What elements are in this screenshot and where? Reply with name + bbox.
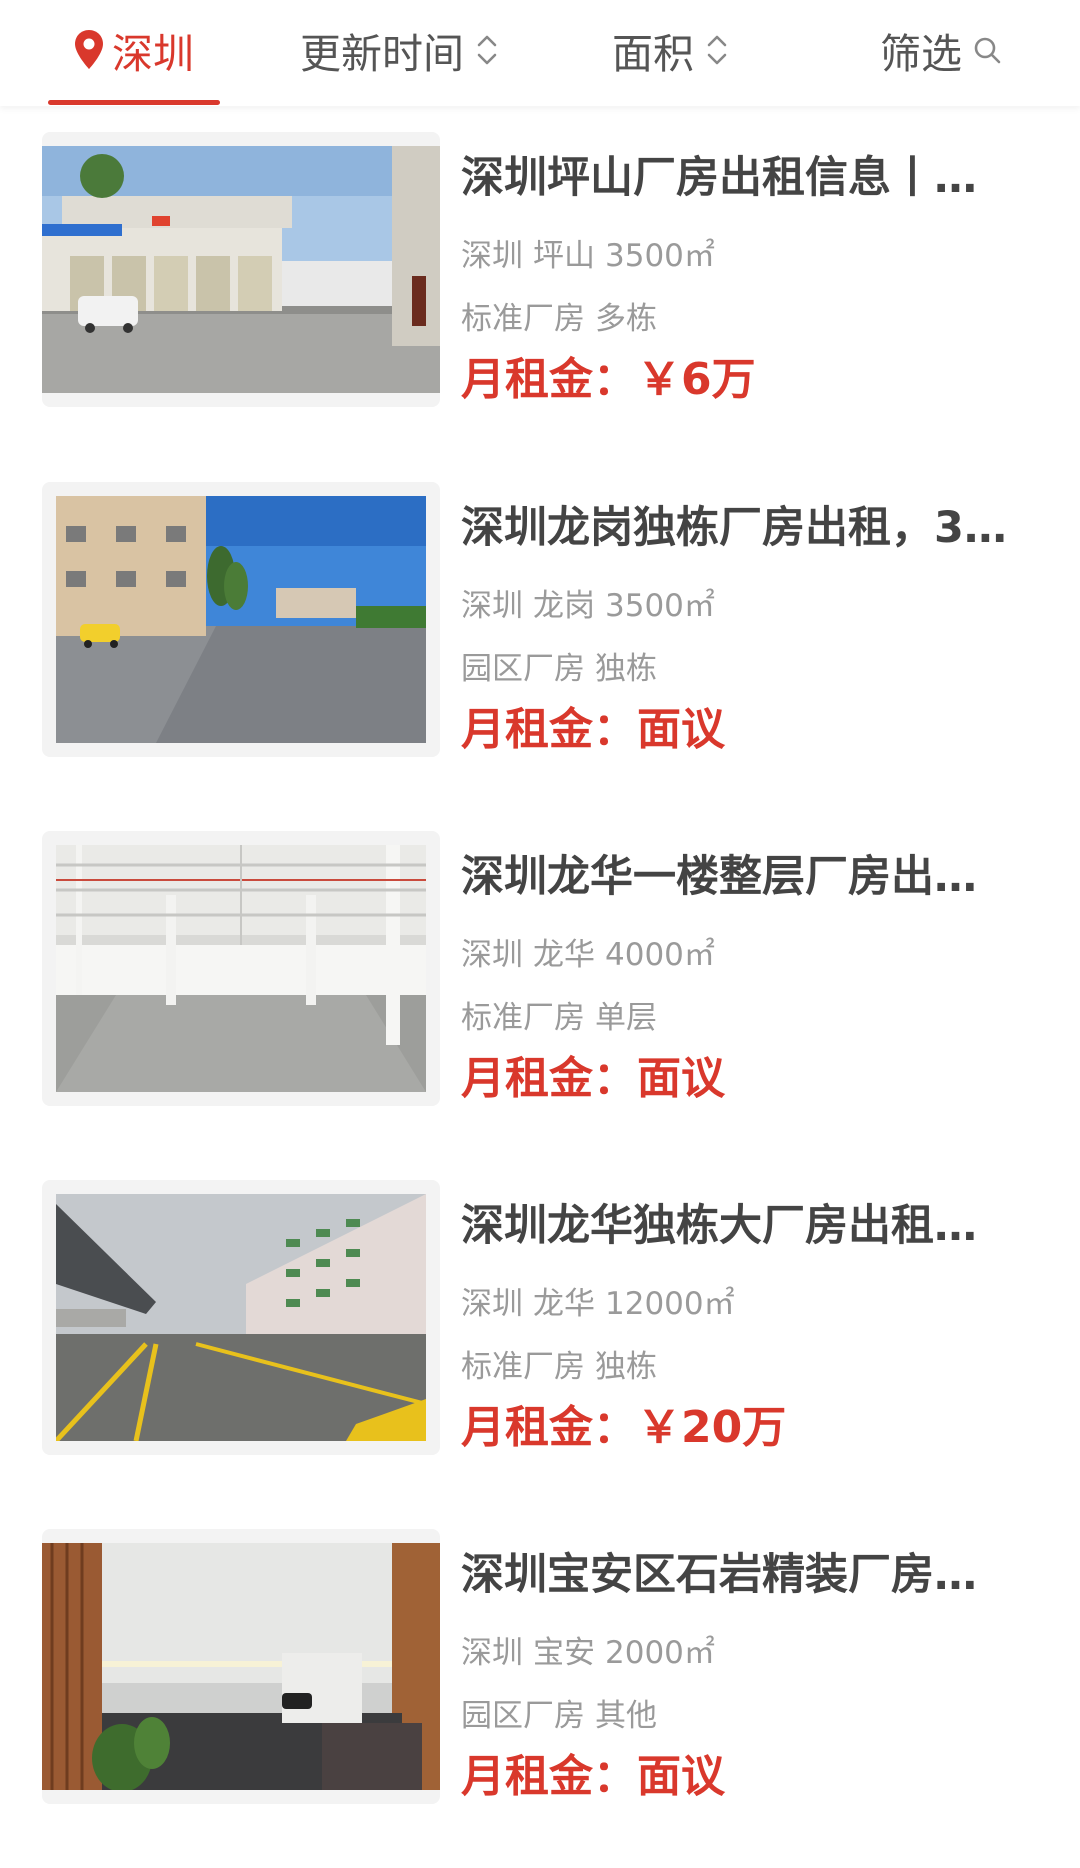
listing-type: 园区厂房 其他 bbox=[461, 1696, 657, 1736]
listing-category: 标准厂房 bbox=[461, 301, 585, 337]
listing-thumbnail-frame bbox=[42, 1529, 440, 1804]
listing-type: 标准厂房 多栋 bbox=[461, 299, 657, 339]
listing-title[interactable]: 深圳坪山厂房出租信息丨… bbox=[461, 150, 1031, 206]
location-pin-icon bbox=[75, 30, 103, 69]
listing-category: 园区厂房 bbox=[461, 1698, 585, 1734]
rent-label: 月租金： bbox=[461, 354, 637, 405]
listing-category: 园区厂房 bbox=[461, 651, 585, 687]
listing-title[interactable]: 深圳龙华独栋大厂房出租… bbox=[461, 1198, 1031, 1254]
rent-label: 月租金： bbox=[461, 1402, 637, 1453]
rent-value: 面议 bbox=[637, 704, 725, 755]
listing-title[interactable]: 深圳宝安区石岩精装厂房… bbox=[461, 1547, 1031, 1603]
listing-building: 单层 bbox=[595, 1000, 657, 1036]
listing-info: 深圳龙岗独栋厂房出租，3… 深圳 龙岗 3500㎡ 园区厂房 独栋 月租金：面议 bbox=[461, 482, 1051, 757]
active-tab-underline bbox=[48, 100, 220, 105]
rent-label: 月租金： bbox=[461, 704, 637, 755]
listing-type: 标准厂房 单层 bbox=[461, 998, 657, 1038]
listing-rent: 月租金：面议 bbox=[461, 1051, 725, 1107]
listing-rent: 月租金：面议 bbox=[461, 702, 725, 758]
listing-photo bbox=[56, 1194, 426, 1441]
listing-card[interactable]: 深圳龙华一楼整层厂房出… 深圳 龙华 4000㎡ 标准厂房 单层 月租金：面议 bbox=[0, 831, 1080, 1121]
listing-thumbnail-frame bbox=[42, 132, 440, 407]
listing-rent: 月租金：￥20万 bbox=[461, 1400, 786, 1456]
listing-card[interactable]: 深圳宝安区石岩精装厂房… 深圳 宝安 2000㎡ 园区厂房 其他 月租金：面议 bbox=[0, 1529, 1080, 1819]
listing-location-area: 深圳 坪山 3500㎡ bbox=[461, 236, 715, 276]
listing-area: 2000㎡ bbox=[605, 1635, 715, 1671]
listing-rent: 月租金：￥6万 bbox=[461, 352, 756, 408]
filter-button[interactable]: 筛选 bbox=[880, 0, 1002, 100]
listing-photo bbox=[56, 845, 426, 1092]
listing-district: 坪山 bbox=[533, 238, 595, 274]
listing-location-area: 深圳 龙华 4000㎡ bbox=[461, 935, 715, 975]
listing-card[interactable]: 深圳龙华独栋大厂房出租… 深圳 龙华 12000㎡ 标准厂房 独栋 月租金：￥20万 bbox=[0, 1180, 1080, 1470]
listing-location-area: 深圳 宝安 2000㎡ bbox=[461, 1633, 715, 1673]
listing-building: 独栋 bbox=[595, 1349, 657, 1385]
listing-rent: 月租金：面议 bbox=[461, 1749, 725, 1805]
rent-value: ￥6万 bbox=[637, 354, 756, 405]
listing-photo bbox=[42, 146, 440, 393]
rent-label: 月租金： bbox=[461, 1053, 637, 1104]
sort-updown-icon bbox=[477, 35, 497, 65]
sort-update-time-label: 更新时间 bbox=[300, 30, 464, 78]
listing-type: 园区厂房 独栋 bbox=[461, 649, 657, 689]
listing-city: 深圳 bbox=[461, 588, 523, 624]
listing-info: 深圳龙华一楼整层厂房出… 深圳 龙华 4000㎡ 标准厂房 单层 月租金：面议 bbox=[461, 831, 1051, 1106]
listing-photo bbox=[56, 496, 426, 743]
listing-thumbnail-frame bbox=[42, 482, 440, 757]
listing-card[interactable]: 深圳坪山厂房出租信息丨… 深圳 坪山 3500㎡ 标准厂房 多栋 月租金：￥6万 bbox=[0, 132, 1080, 422]
listing-area: 3500㎡ bbox=[605, 588, 715, 624]
listing-district: 龙华 bbox=[533, 937, 595, 973]
listing-district: 龙华 bbox=[533, 1286, 595, 1322]
listing-building: 独栋 bbox=[595, 651, 657, 687]
sort-area-label: 面积 bbox=[612, 30, 694, 78]
listing-city: 深圳 bbox=[461, 937, 523, 973]
listing-category: 标准厂房 bbox=[461, 1349, 585, 1385]
listing-building: 其他 bbox=[595, 1698, 657, 1734]
listing-category: 标准厂房 bbox=[461, 1000, 585, 1036]
listing-district: 宝安 bbox=[533, 1635, 595, 1671]
listing-location-area: 深圳 龙华 12000㎡ bbox=[461, 1284, 735, 1324]
listing-photo bbox=[42, 1543, 440, 1790]
listing-thumbnail-frame bbox=[42, 831, 440, 1106]
filter-bar: 深圳 更新时间 面积 筛选 bbox=[0, 0, 1080, 106]
sort-area-button[interactable]: 面积 bbox=[612, 0, 730, 100]
listing-city: 深圳 bbox=[461, 1286, 523, 1322]
listing-info: 深圳龙华独栋大厂房出租… 深圳 龙华 12000㎡ 标准厂房 独栋 月租金：￥20万 bbox=[461, 1180, 1051, 1455]
listing-title[interactable]: 深圳龙岗独栋厂房出租，3… bbox=[461, 500, 1031, 556]
listing-area: 4000㎡ bbox=[605, 937, 715, 973]
listing-type: 标准厂房 独栋 bbox=[461, 1347, 657, 1387]
listing-city: 深圳 bbox=[461, 238, 523, 274]
search-icon bbox=[974, 37, 1001, 64]
listing-city: 深圳 bbox=[461, 1635, 523, 1671]
rent-value: 面议 bbox=[637, 1751, 725, 1802]
listing-card[interactable]: 深圳龙岗独栋厂房出租，3… 深圳 龙岗 3500㎡ 园区厂房 独栋 月租金：面议 bbox=[0, 482, 1080, 772]
listing-district: 龙岗 bbox=[533, 588, 595, 624]
rent-value: ￥20万 bbox=[637, 1402, 787, 1453]
sort-updown-icon bbox=[707, 35, 727, 65]
listing-info: 深圳坪山厂房出租信息丨… 深圳 坪山 3500㎡ 标准厂房 多栋 月租金：￥6万 bbox=[461, 132, 1051, 407]
listing-building: 多栋 bbox=[595, 301, 657, 337]
listing-thumbnail-frame bbox=[42, 1180, 440, 1455]
listing-title[interactable]: 深圳龙华一楼整层厂房出… bbox=[461, 849, 1031, 905]
rent-label: 月租金： bbox=[461, 1751, 637, 1802]
listing-location-area: 深圳 龙岗 3500㎡ bbox=[461, 586, 715, 626]
filter-label: 筛选 bbox=[880, 30, 962, 78]
sort-update-time-button[interactable]: 更新时间 bbox=[300, 0, 500, 100]
city-selector-tab[interactable]: 深圳 bbox=[72, 0, 194, 100]
rent-value: 面议 bbox=[637, 1053, 725, 1104]
listing-info: 深圳宝安区石岩精装厂房… 深圳 宝安 2000㎡ 园区厂房 其他 月租金：面议 bbox=[461, 1529, 1051, 1804]
listing-area: 12000㎡ bbox=[605, 1286, 735, 1322]
listing-area: 3500㎡ bbox=[605, 238, 715, 274]
city-label: 深圳 bbox=[112, 30, 194, 78]
